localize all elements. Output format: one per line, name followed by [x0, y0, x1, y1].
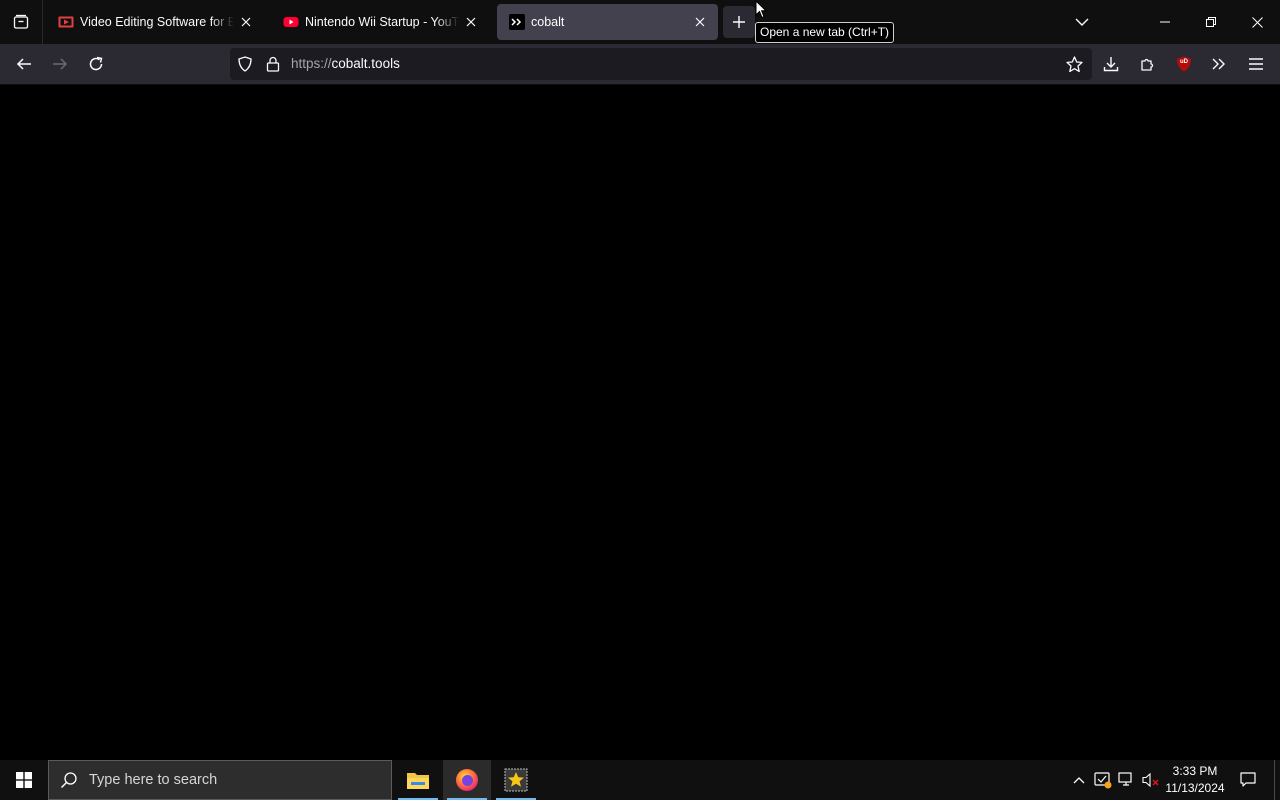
chevron-up-icon [1073, 777, 1085, 784]
puzzle-piece-icon [1141, 58, 1154, 71]
tab-cobalt[interactable]: cobalt [497, 4, 718, 40]
list-all-tabs-button[interactable] [1066, 6, 1098, 38]
search-placeholder: Type here to search [89, 772, 218, 788]
ublock-badge: uD [1180, 59, 1188, 65]
tab-youtube[interactable]: Nintendo Wii Startup - YouTube [271, 4, 489, 40]
cobalt-icon [509, 14, 525, 30]
ublock-origin-button[interactable]: uD [1168, 48, 1200, 80]
video-editor-icon [58, 14, 74, 30]
tracking-protection-shield-icon[interactable] [237, 56, 253, 72]
extensions-button[interactable] [1132, 48, 1164, 80]
tab-title: cobalt [531, 15, 565, 29]
mouse-cursor-icon [755, 0, 767, 19]
hamburger-menu-icon [1249, 58, 1263, 70]
url-bar[interactable]: https://cobalt.tools [230, 48, 1092, 80]
url-host: cobalt.tools [331, 56, 400, 71]
reload-icon [89, 56, 103, 71]
clock-time: 3:33 PM [1172, 764, 1218, 778]
firefox-icon [456, 769, 478, 791]
minimize-icon [1160, 21, 1170, 23]
url-scheme: https:// [291, 56, 332, 71]
close-icon [1251, 16, 1263, 28]
lock-icon[interactable] [265, 56, 281, 72]
new-tab-tooltip: Open a new tab (Ctrl+T) [755, 22, 895, 43]
downloads-button[interactable] [1095, 48, 1127, 80]
minimize-button[interactable] [1142, 0, 1188, 44]
taskbar-movie-maker[interactable] [492, 760, 540, 800]
tab-separator [42, 0, 43, 44]
tab-title: Nintendo Wii Startup - YouTube [305, 15, 459, 29]
download-icon [1103, 57, 1119, 72]
show-hidden-icons-button[interactable] [1067, 768, 1091, 792]
tab-strip: Video Editing Software for Every Nintend… [0, 0, 1280, 44]
app-menu-button[interactable] [1240, 48, 1272, 80]
movie-maker-icon [504, 768, 528, 792]
url-text[interactable]: https://cobalt.tools [291, 56, 400, 72]
forward-arrow-icon [53, 58, 68, 70]
tab-close-icon[interactable] [459, 10, 483, 34]
tab-close-icon[interactable] [234, 10, 258, 34]
chevron-down-icon [1075, 18, 1089, 26]
windows-logo-icon [16, 772, 32, 788]
firefox-view-button[interactable] [0, 0, 42, 44]
navigation-toolbar: https://cobalt.tools uD [0, 44, 1280, 85]
taskbar-firefox[interactable] [443, 760, 491, 800]
tray-volume-icon[interactable] [1139, 768, 1163, 792]
bookmark-star-button[interactable] [1062, 52, 1086, 76]
page-content-area[interactable] [0, 86, 1280, 760]
file-explorer-icon [407, 773, 429, 789]
search-icon [49, 761, 89, 799]
taskbar-clock[interactable]: 3:33 PM 11/13/2024 [1162, 763, 1228, 797]
network-icon [1118, 772, 1132, 786]
youtube-icon [283, 14, 299, 30]
restore-icon [1206, 17, 1216, 27]
tray-network-icon[interactable] [1115, 768, 1139, 792]
tab-close-icon[interactable] [688, 10, 712, 34]
close-window-button[interactable] [1234, 0, 1280, 44]
security-update-icon [1094, 772, 1112, 789]
show-desktop-button[interactable] [1274, 760, 1280, 800]
firefox-view-icon [13, 14, 29, 29]
star-icon [1065, 55, 1083, 72]
start-button[interactable] [0, 760, 48, 800]
action-center-button[interactable] [1234, 760, 1262, 800]
double-chevron-right-icon [1212, 58, 1225, 70]
volume-muted-icon [1142, 772, 1159, 788]
reload-button[interactable] [80, 48, 112, 80]
more-tools-button[interactable] [1203, 48, 1235, 80]
taskbar-search-box[interactable]: Type here to search [48, 760, 392, 800]
taskbar-file-explorer[interactable] [394, 760, 442, 800]
restore-button[interactable] [1188, 0, 1234, 44]
new-tab-button[interactable] [723, 6, 755, 38]
tab-video-editing[interactable]: Video Editing Software for Every [46, 4, 264, 40]
back-button[interactable] [8, 48, 40, 80]
tab-title: Video Editing Software for Every [80, 15, 234, 29]
clock-date: 11/13/2024 [1165, 781, 1225, 795]
forward-button[interactable] [44, 48, 76, 80]
notification-icon [1240, 772, 1256, 787]
tray-update-icon[interactable] [1091, 768, 1115, 792]
windows-taskbar: Type here to search 3:33 PM 11/13/2024 [0, 760, 1280, 800]
plus-icon [733, 16, 745, 28]
back-arrow-icon [16, 58, 31, 70]
